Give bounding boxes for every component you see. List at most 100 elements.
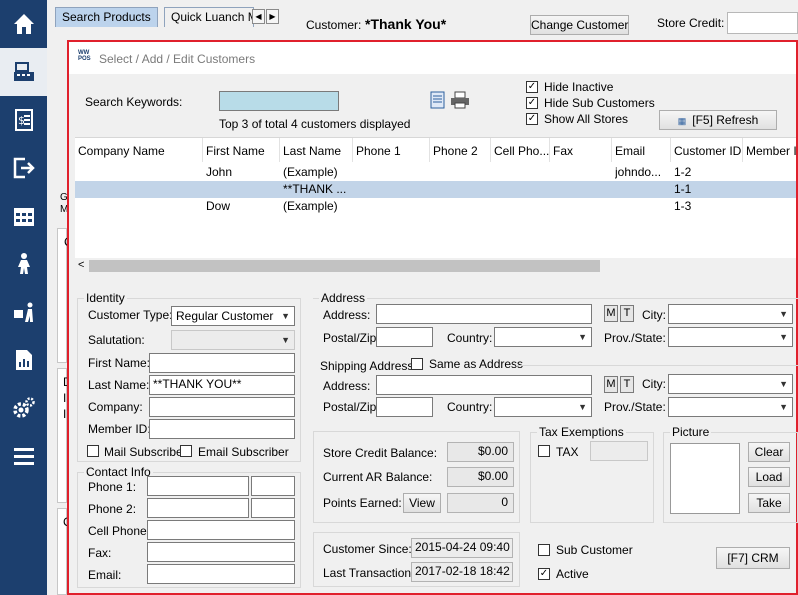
column-header[interactable]: Email <box>612 138 671 162</box>
prov-select[interactable]: ▼ <box>668 327 793 347</box>
hide-sub-checkbox[interactable]: ✓ <box>526 97 538 109</box>
crm-button[interactable]: [F7] CRM <box>716 547 790 569</box>
column-header[interactable]: Phone 1 <box>353 138 430 162</box>
ship-t-button[interactable]: T <box>620 376 634 393</box>
phone2-field[interactable] <box>147 498 249 518</box>
document-icon[interactable] <box>429 91 447 109</box>
phone1-ext-field[interactable] <box>251 476 295 496</box>
ship-address-field[interactable] <box>376 375 592 395</box>
table-row[interactable]: Dow (Example) 1-3 <box>75 198 796 215</box>
phone1-field[interactable] <box>147 476 249 496</box>
report-icon <box>15 350 32 370</box>
email-subscriber-checkbox[interactable] <box>180 445 192 457</box>
column-header[interactable]: Fax <box>550 138 612 162</box>
scroll-left-icon[interactable]: < <box>78 259 84 271</box>
first-name-field[interactable] <box>149 353 295 373</box>
tab-search-products[interactable]: Search Products <box>55 7 158 27</box>
background-panel: D I I <box>57 368 72 503</box>
email-field[interactable] <box>147 564 295 584</box>
column-header[interactable]: Last Name <box>280 138 353 162</box>
address-t-button[interactable]: T <box>620 305 634 322</box>
clear-picture-button[interactable]: Clear <box>748 442 790 462</box>
print-icon[interactable] <box>450 91 470 109</box>
settings-button[interactable] <box>0 384 47 432</box>
mail-subscriber-checkbox[interactable] <box>87 445 99 457</box>
chevron-down-icon: ▼ <box>779 402 788 412</box>
active-checkbox[interactable]: ✓ <box>538 568 550 580</box>
view-points-button[interactable]: View <box>403 493 441 513</box>
cell-phone-field[interactable] <box>147 520 295 540</box>
take-picture-button[interactable]: Take <box>748 493 790 513</box>
email-subscriber-label: Email Subscriber <box>198 445 289 459</box>
tax-exempt-field[interactable] <box>590 441 648 461</box>
show-all-stores-label: Show All Stores <box>544 112 629 126</box>
background-panel: C <box>57 508 72 595</box>
chevron-down-icon: ▼ <box>578 332 587 342</box>
member-id-field[interactable] <box>149 419 295 439</box>
svg-text:$: $ <box>18 114 25 127</box>
tab-quick-launch[interactable]: Quick Luanch M <box>164 7 254 27</box>
table-row[interactable]: John (Example) johndo... 1-2 <box>75 164 796 181</box>
column-header[interactable]: First Name <box>203 138 280 162</box>
receiving-button[interactable] <box>0 288 47 336</box>
ship-postal-field[interactable] <box>376 397 433 417</box>
city-select[interactable]: ▼ <box>668 304 793 324</box>
horizontal-scrollbar[interactable]: < <box>75 258 796 274</box>
column-header[interactable]: Company Name <box>75 138 203 162</box>
address-map-button[interactable]: M <box>604 305 618 322</box>
delivery-button[interactable] <box>0 240 47 288</box>
hide-inactive-checkbox[interactable]: ✓ <box>526 81 538 93</box>
customer-type-select[interactable]: Regular Customer ▼ <box>171 306 295 326</box>
ship-map-button[interactable]: M <box>604 376 618 393</box>
top-bar: Search Products Quick Luanch M ◀ ▶ Custo… <box>47 0 798 42</box>
tab-scroll-left-icon[interactable]: ◀ <box>252 9 265 24</box>
store-credit-balance-value: $0.00 <box>447 442 514 462</box>
dialog-title-bar: WW POS Select / Add / Edit Customers <box>69 42 796 74</box>
table-row[interactable]: **THANK ... 1-1 <box>75 181 796 198</box>
tab-scroll-right-icon[interactable]: ▶ <box>266 9 279 24</box>
column-header[interactable]: Member ID <box>743 138 796 162</box>
load-picture-button[interactable]: Load <box>748 467 790 487</box>
refresh-button[interactable]: ▦ [F5] Refresh <box>659 110 777 130</box>
column-header[interactable]: Customer ID <box>671 138 743 162</box>
ship-city-select[interactable]: ▼ <box>668 374 793 394</box>
change-customer-button[interactable]: Change Customer <box>530 15 629 35</box>
sub-customer-checkbox[interactable] <box>538 544 550 556</box>
ship-prov-select[interactable]: ▼ <box>668 397 793 417</box>
register-button[interactable] <box>0 48 47 96</box>
ship-postal-label: Postal/Zip: <box>323 400 380 414</box>
company-field[interactable] <box>149 397 295 417</box>
salutation-select[interactable]: ▼ <box>171 330 295 350</box>
logout-button[interactable] <box>0 144 47 192</box>
picture-title: Picture <box>670 425 712 439</box>
postal-field[interactable] <box>376 327 433 347</box>
home-button[interactable] <box>0 0 47 48</box>
calendar-button[interactable] <box>0 192 47 240</box>
ship-city-label: City: <box>642 377 666 391</box>
chevron-down-icon: ▼ <box>281 335 290 345</box>
receipt-button[interactable]: $ <box>0 96 47 144</box>
country-label: Country: <box>447 331 493 345</box>
fax-field[interactable] <box>147 542 295 562</box>
column-header[interactable]: Phone 2 <box>430 138 491 162</box>
ship-country-select[interactable]: ▼ <box>494 397 592 417</box>
tax-exempt-checkbox[interactable] <box>538 445 550 457</box>
menu-button[interactable] <box>0 432 47 480</box>
same-as-address-checkbox[interactable] <box>411 358 423 370</box>
chevron-down-icon: ▼ <box>779 309 788 319</box>
prov-label: Prov./State: <box>604 331 666 345</box>
phone2-ext-field[interactable] <box>251 498 295 518</box>
show-all-stores-checkbox[interactable]: ✓ <box>526 113 538 125</box>
report-button[interactable] <box>0 336 47 384</box>
points-label: Points Earned: <box>323 496 402 510</box>
cell-customer-id: 1-2 <box>674 165 692 179</box>
scrollbar-thumb[interactable] <box>89 260 600 272</box>
cell-last-name: **THANK ... <box>283 182 347 196</box>
country-select[interactable]: ▼ <box>494 327 592 347</box>
column-header[interactable]: Cell Pho... <box>491 138 550 162</box>
address-field[interactable] <box>376 304 592 324</box>
search-input[interactable] <box>219 91 339 111</box>
last-name-field[interactable]: **THANK YOU** <box>149 375 295 395</box>
cell-customer-id: 1-1 <box>674 182 692 196</box>
cell-first-name: Dow <box>206 199 231 213</box>
